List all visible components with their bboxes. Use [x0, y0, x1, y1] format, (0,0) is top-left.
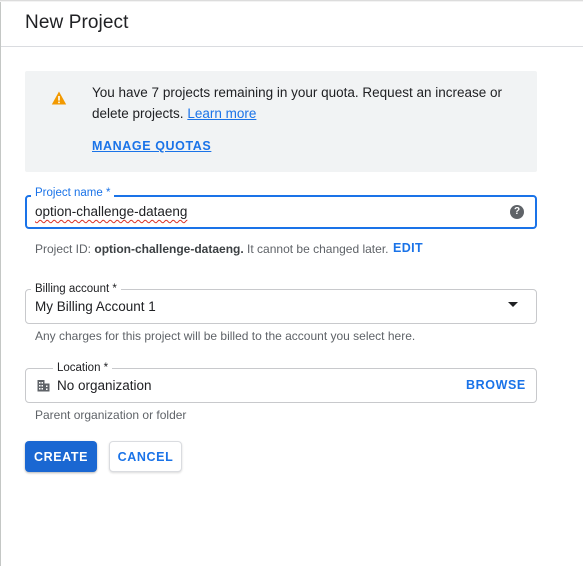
quota-message: You have 7 projects remaining in your qu… — [92, 82, 522, 124]
help-icon[interactable]: ? — [510, 205, 524, 219]
project-name-label: Project name * — [31, 186, 115, 200]
manage-quotas-link[interactable]: MANAGE QUOTAS — [92, 139, 211, 153]
project-id-prefix: Project ID: — [35, 242, 92, 256]
warning-icon — [51, 91, 67, 105]
header-divider — [1, 46, 583, 47]
location-helper: Parent organization or folder — [35, 408, 187, 422]
cancel-button[interactable]: CANCEL — [109, 441, 182, 472]
building-icon — [37, 380, 50, 392]
top-shadow — [0, 0, 583, 2]
project-id-value: option-challenge-dataeng. — [94, 242, 244, 256]
create-button[interactable]: CREATE — [25, 441, 97, 472]
project-name-value[interactable]: option-challenge-dataeng — [35, 204, 187, 219]
dialog-left-border — [0, 0, 1, 566]
learn-more-link[interactable]: Learn more — [187, 106, 256, 121]
quota-notice: You have 7 projects remaining in your qu… — [25, 71, 537, 172]
edit-project-id-button[interactable]: EDIT — [393, 241, 423, 255]
dropdown-arrow-icon[interactable] — [508, 302, 518, 307]
billing-helper: Any charges for this project will be bil… — [35, 329, 416, 343]
billing-account-value[interactable]: My Billing Account 1 — [35, 299, 156, 314]
location-label: Location * — [53, 361, 113, 375]
project-id-suffix: It cannot be changed later. — [247, 242, 389, 256]
browse-button[interactable]: BROWSE — [466, 378, 526, 392]
project-id-helper: Project ID: option-challenge-dataeng. It… — [35, 242, 389, 256]
dialog-title: New Project — [25, 12, 129, 33]
billing-account-label: Billing account * — [31, 282, 121, 296]
quota-message-text: You have 7 projects remaining in your qu… — [92, 85, 503, 121]
location-value: No organization — [57, 378, 152, 393]
